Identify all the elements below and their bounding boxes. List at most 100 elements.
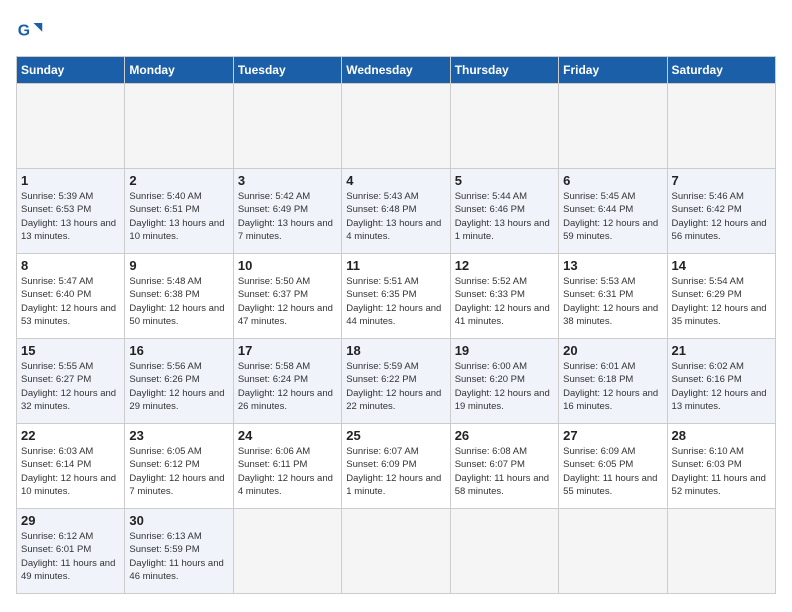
calendar-cell: 2 Sunrise: 5:40 AM Sunset: 6:51 PM Daylig… — [125, 169, 233, 254]
day-info: Sunrise: 5:59 AM Sunset: 6:22 PM Dayligh… — [346, 360, 445, 413]
header-wednesday: Wednesday — [342, 57, 450, 84]
calendar-cell: 12 Sunrise: 5:52 AM Sunset: 6:33 PM Dayli… — [450, 254, 558, 339]
day-info: Sunrise: 5:39 AM Sunset: 6:53 PM Dayligh… — [21, 190, 120, 243]
day-info: Sunrise: 6:08 AM Sunset: 6:07 PM Dayligh… — [455, 445, 554, 498]
calendar-cell — [233, 509, 341, 594]
day-number: 9 — [129, 258, 228, 273]
day-number: 15 — [21, 343, 120, 358]
calendar-cell — [667, 509, 775, 594]
header-monday: Monday — [125, 57, 233, 84]
day-info: Sunrise: 5:50 AM Sunset: 6:37 PM Dayligh… — [238, 275, 337, 328]
calendar-cell — [667, 84, 775, 169]
day-number: 4 — [346, 173, 445, 188]
day-number: 25 — [346, 428, 445, 443]
day-number: 17 — [238, 343, 337, 358]
calendar-cell: 10 Sunrise: 5:50 AM Sunset: 6:37 PM Dayli… — [233, 254, 341, 339]
day-info: Sunrise: 6:02 AM Sunset: 6:16 PM Dayligh… — [672, 360, 771, 413]
day-info: Sunrise: 5:53 AM Sunset: 6:31 PM Dayligh… — [563, 275, 662, 328]
day-number: 19 — [455, 343, 554, 358]
day-number: 27 — [563, 428, 662, 443]
header-friday: Friday — [559, 57, 667, 84]
day-info: Sunrise: 5:51 AM Sunset: 6:35 PM Dayligh… — [346, 275, 445, 328]
day-info: Sunrise: 6:06 AM Sunset: 6:11 PM Dayligh… — [238, 445, 337, 498]
calendar-cell: 6 Sunrise: 5:45 AM Sunset: 6:44 PM Daylig… — [559, 169, 667, 254]
day-info: Sunrise: 5:44 AM Sunset: 6:46 PM Dayligh… — [455, 190, 554, 243]
calendar-cell — [342, 84, 450, 169]
calendar-cell: 3 Sunrise: 5:42 AM Sunset: 6:49 PM Daylig… — [233, 169, 341, 254]
day-number: 2 — [129, 173, 228, 188]
logo: G — [16, 16, 48, 44]
day-number: 1 — [21, 173, 120, 188]
header-saturday: Saturday — [667, 57, 775, 84]
calendar-week-5: 29 Sunrise: 6:12 AM Sunset: 6:01 PM Dayli… — [17, 509, 776, 594]
calendar-cell — [233, 84, 341, 169]
day-number: 6 — [563, 173, 662, 188]
calendar-cell: 18Sunrise: 5:59 AM Sunset: 6:22 PM Dayli… — [342, 339, 450, 424]
logo-icon: G — [16, 16, 44, 44]
calendar-cell: 26 Sunrise: 6:08 AM Sunset: 6:07 PM Dayli… — [450, 424, 558, 509]
day-number: 12 — [455, 258, 554, 273]
day-info: Sunrise: 6:05 AM Sunset: 6:12 PM Dayligh… — [129, 445, 228, 498]
day-info: Sunrise: 5:52 AM Sunset: 6:33 PM Dayligh… — [455, 275, 554, 328]
calendar-cell: 27 Sunrise: 6:09 AM Sunset: 6:05 PM Dayli… — [559, 424, 667, 509]
svg-text:G: G — [18, 22, 30, 39]
day-number: 5 — [455, 173, 554, 188]
day-info: Sunrise: 5:55 AM Sunset: 6:27 PM Dayligh… — [21, 360, 120, 413]
day-number: 20 — [563, 343, 662, 358]
day-info: Sunrise: 6:13 AM Sunset: 5:59 PM Dayligh… — [129, 530, 228, 583]
calendar-week-0 — [17, 84, 776, 169]
day-number: 11 — [346, 258, 445, 273]
calendar-cell — [450, 84, 558, 169]
header-row: SundayMondayTuesdayWednesdayThursdayFrid… — [17, 57, 776, 84]
day-number: 23 — [129, 428, 228, 443]
day-info: Sunrise: 5:56 AM Sunset: 6:26 PM Dayligh… — [129, 360, 228, 413]
day-info: Sunrise: 5:58 AM Sunset: 6:24 PM Dayligh… — [238, 360, 337, 413]
calendar-week-2: 8 Sunrise: 5:47 AM Sunset: 6:40 PM Daylig… — [17, 254, 776, 339]
header-tuesday: Tuesday — [233, 57, 341, 84]
calendar-cell: 11 Sunrise: 5:51 AM Sunset: 6:35 PM Dayli… — [342, 254, 450, 339]
calendar-table: SundayMondayTuesdayWednesdayThursdayFrid… — [16, 56, 776, 594]
header-sunday: Sunday — [17, 57, 125, 84]
day-info: Sunrise: 6:12 AM Sunset: 6:01 PM Dayligh… — [21, 530, 120, 583]
day-number: 26 — [455, 428, 554, 443]
day-info: Sunrise: 5:46 AM Sunset: 6:42 PM Dayligh… — [672, 190, 771, 243]
day-number: 8 — [21, 258, 120, 273]
day-number: 22 — [21, 428, 120, 443]
calendar-week-4: 22Sunrise: 6:03 AM Sunset: 6:14 PM Dayli… — [17, 424, 776, 509]
day-number: 29 — [21, 513, 120, 528]
day-info: Sunrise: 5:45 AM Sunset: 6:44 PM Dayligh… — [563, 190, 662, 243]
calendar-cell: 1 Sunrise: 5:39 AM Sunset: 6:53 PM Daylig… — [17, 169, 125, 254]
calendar-cell — [17, 84, 125, 169]
day-info: Sunrise: 5:47 AM Sunset: 6:40 PM Dayligh… — [21, 275, 120, 328]
day-info: Sunrise: 5:48 AM Sunset: 6:38 PM Dayligh… — [129, 275, 228, 328]
calendar-cell: 21 Sunrise: 6:02 AM Sunset: 6:16 PM Dayli… — [667, 339, 775, 424]
day-number: 10 — [238, 258, 337, 273]
calendar-cell — [342, 509, 450, 594]
calendar-cell: 25Sunrise: 6:07 AM Sunset: 6:09 PM Dayli… — [342, 424, 450, 509]
calendar-cell — [450, 509, 558, 594]
calendar-cell: 30 Sunrise: 6:13 AM Sunset: 5:59 PM Dayli… — [125, 509, 233, 594]
calendar-cell: 4 Sunrise: 5:43 AM Sunset: 6:48 PM Daylig… — [342, 169, 450, 254]
day-info: Sunrise: 6:01 AM Sunset: 6:18 PM Dayligh… — [563, 360, 662, 413]
day-info: Sunrise: 5:54 AM Sunset: 6:29 PM Dayligh… — [672, 275, 771, 328]
calendar-cell: 19Sunrise: 6:00 AM Sunset: 6:20 PM Dayli… — [450, 339, 558, 424]
day-number: 30 — [129, 513, 228, 528]
page-header: G — [16, 16, 776, 44]
day-number: 14 — [672, 258, 771, 273]
day-info: Sunrise: 5:40 AM Sunset: 6:51 PM Dayligh… — [129, 190, 228, 243]
day-info: Sunrise: 5:42 AM Sunset: 6:49 PM Dayligh… — [238, 190, 337, 243]
day-info: Sunrise: 6:09 AM Sunset: 6:05 PM Dayligh… — [563, 445, 662, 498]
day-number: 21 — [672, 343, 771, 358]
calendar-week-1: 1 Sunrise: 5:39 AM Sunset: 6:53 PM Daylig… — [17, 169, 776, 254]
day-number: 13 — [563, 258, 662, 273]
day-number: 16 — [129, 343, 228, 358]
calendar-cell: 16 Sunrise: 5:56 AM Sunset: 6:26 PM Dayli… — [125, 339, 233, 424]
calendar-cell: 15 Sunrise: 5:55 AM Sunset: 6:27 PM Dayli… — [17, 339, 125, 424]
day-number: 3 — [238, 173, 337, 188]
calendar-cell: 9 Sunrise: 5:48 AM Sunset: 6:38 PM Daylig… — [125, 254, 233, 339]
calendar-cell — [559, 84, 667, 169]
day-info: Sunrise: 5:43 AM Sunset: 6:48 PM Dayligh… — [346, 190, 445, 243]
calendar-cell: 29 Sunrise: 6:12 AM Sunset: 6:01 PM Dayli… — [17, 509, 125, 594]
day-info: Sunrise: 6:10 AM Sunset: 6:03 PM Dayligh… — [672, 445, 771, 498]
calendar-cell: 7Sunrise: 5:46 AM Sunset: 6:42 PM Daylig… — [667, 169, 775, 254]
